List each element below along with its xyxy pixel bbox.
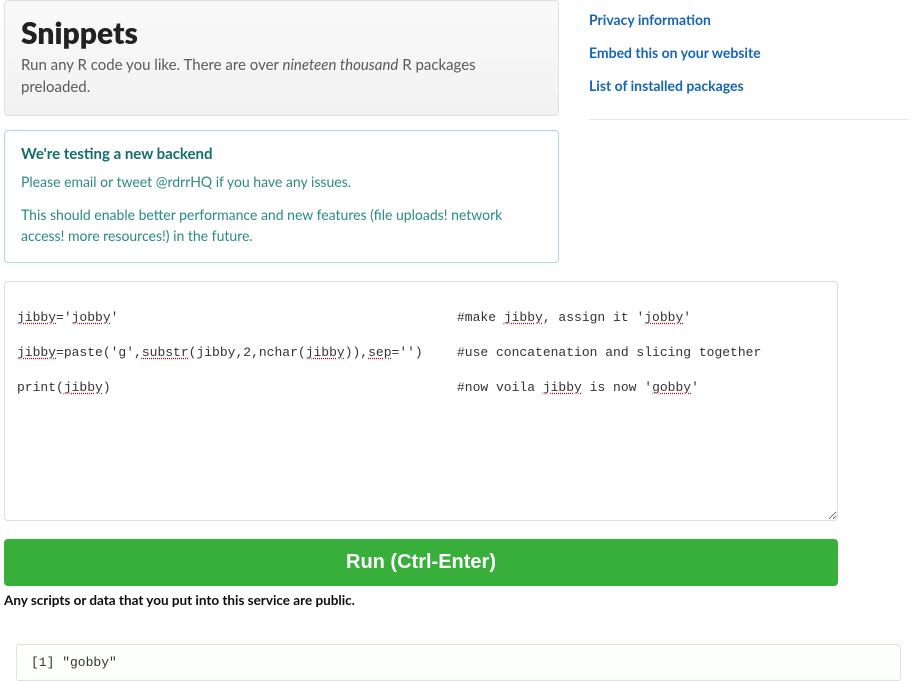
code-token: jibby xyxy=(306,345,345,360)
code-token: =paste('g', xyxy=(56,345,142,360)
code-token: #use concatenation and slicing together xyxy=(457,345,761,360)
public-warning: Any scripts or data that you put into th… xyxy=(4,592,909,608)
notice-line-2: This should enable better performance an… xyxy=(21,204,542,246)
code-token: #now voila xyxy=(457,380,543,395)
notice-mid: or tweet xyxy=(97,173,156,190)
code-token: jobby xyxy=(644,310,683,325)
privacy-link[interactable]: Privacy information xyxy=(589,11,711,28)
page-title: Snippets xyxy=(21,15,542,51)
code-token: ' xyxy=(683,310,691,325)
code-token: print( xyxy=(17,380,64,395)
code-token: jobby xyxy=(72,310,111,325)
code-token: =' xyxy=(56,310,72,325)
email-link[interactable]: email xyxy=(64,173,97,190)
code-token: jibby xyxy=(17,345,56,360)
code-token: )), xyxy=(345,345,368,360)
twitter-link[interactable]: @rdrrHQ xyxy=(156,173,212,190)
code-token: substr xyxy=(142,345,189,360)
code-token: jibby xyxy=(17,310,56,325)
packages-link[interactable]: List of installed packages xyxy=(589,77,744,94)
code-token: ' xyxy=(111,310,119,325)
code-token: #make xyxy=(457,310,504,325)
page-subtitle: Run any R code you like. There are over … xyxy=(21,55,542,99)
notice-line-1: Please email or tweet @rdrrHQ if you hav… xyxy=(21,171,542,192)
code-token: is now ' xyxy=(582,380,652,395)
header-panel: Snippets Run any R code you like. There … xyxy=(4,0,559,116)
code-token: , assign it ' xyxy=(543,310,644,325)
notice-panel: We're testing a new backend Please email… xyxy=(4,130,559,263)
code-token: jibby xyxy=(504,310,543,325)
run-button[interactable]: Run (Ctrl-Enter) xyxy=(4,539,838,586)
output-box: [1] "gobby" xyxy=(16,644,901,681)
side-links: Privacy information Embed this on your w… xyxy=(589,10,909,120)
subtitle-em: nineteen thousand xyxy=(283,56,399,74)
code-token: jibby xyxy=(64,380,103,395)
code-token: sep xyxy=(368,345,391,360)
code-token: ' xyxy=(691,380,699,395)
output-text: [1] "gobby" xyxy=(31,655,117,670)
subtitle-pre: Run any R code you like. There are over xyxy=(21,56,283,74)
notice-post: if you have any issues. xyxy=(212,173,351,190)
code-token: ) xyxy=(103,380,111,395)
notice-pre: Please xyxy=(21,173,64,190)
notice-title: We're testing a new backend xyxy=(21,145,542,163)
code-token: (jibby,2,nchar( xyxy=(189,345,306,360)
code-token: gobby xyxy=(652,380,691,395)
code-token: jibby xyxy=(543,380,582,395)
code-editor[interactable]: jibby='jobby'#make jibby, assign it 'job… xyxy=(4,281,838,521)
code-token: ='') xyxy=(392,345,423,360)
embed-link[interactable]: Embed this on your website xyxy=(589,44,761,61)
